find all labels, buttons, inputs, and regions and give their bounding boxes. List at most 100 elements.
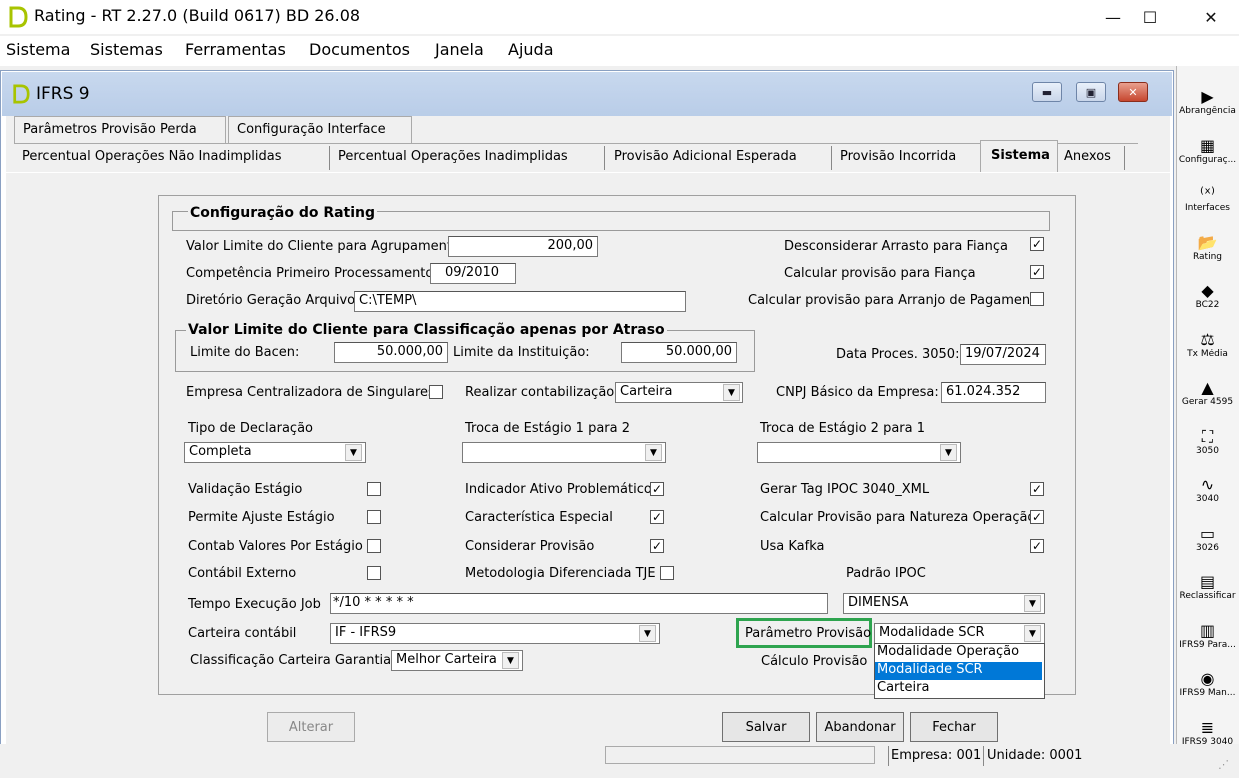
tab-label: Parâmetros Provisão Perda xyxy=(23,122,197,137)
form-icon: ▭ xyxy=(1199,523,1216,543)
troca12-select[interactable] xyxy=(462,442,666,463)
cnpj-input[interactable]: 61.024.352 xyxy=(941,382,1046,403)
function-icon: ⁽ˣ⁾ xyxy=(1200,184,1215,203)
toolbar-item[interactable]: ⁽ˣ⁾ Interfaces xyxy=(1176,184,1239,214)
toolbar-item[interactable]: ◉ IFRS9 Man... xyxy=(1176,670,1239,699)
instituicao-label: Limite da Instituição: xyxy=(453,345,590,360)
empresa-centralizadora-checkbox[interactable] xyxy=(429,385,443,399)
considerar-label: Considerar Provisão xyxy=(465,539,595,554)
validacao-checkbox[interactable] xyxy=(367,482,381,496)
bacen-label: Limite do Bacen: xyxy=(190,345,300,360)
dropdown-option-selected[interactable]: Modalidade SCR xyxy=(875,662,1042,680)
diretorio-input[interactable]: C:\TEMP\ xyxy=(354,291,686,312)
close-icon: ✕ xyxy=(1128,85,1138,99)
tab-label: Configuração Interface xyxy=(237,122,386,137)
tab-label: Sistema xyxy=(991,148,1050,163)
calculo-provisao-label: Cálculo Provisão xyxy=(761,654,868,669)
maximize-button[interactable]: ☐ xyxy=(1127,0,1173,34)
calc-natureza-checkbox[interactable]: ✓ xyxy=(1030,510,1044,524)
tab-configuracao-interface[interactable]: Configuração Interface xyxy=(228,116,412,144)
toolbar-item[interactable]: ▶ Abrangência xyxy=(1176,88,1239,117)
menu-ajuda[interactable]: Ajuda xyxy=(508,40,554,59)
toolbar-item[interactable]: ⚖ Tx Média xyxy=(1176,330,1239,359)
caracteristica-checkbox[interactable]: ✓ xyxy=(650,510,664,524)
menu-sistemas[interactable]: Sistemas xyxy=(90,40,163,59)
toolbar-item[interactable]: ∿ 3040 xyxy=(1176,476,1239,505)
dropdown-option[interactable]: Carteira xyxy=(875,680,1042,698)
bacen-input[interactable]: 50.000,00 xyxy=(334,342,448,363)
chevron-down-icon[interactable]: ▼ xyxy=(645,444,662,461)
metodologia-checkbox[interactable] xyxy=(660,566,674,580)
desconsiderar-checkbox[interactable]: ✓ xyxy=(1030,237,1044,251)
competencia-input[interactable]: 09/2010 xyxy=(430,263,516,284)
tab-label: Percentual Operações Inadimplidas xyxy=(338,149,568,164)
salvar-button[interactable]: Salvar xyxy=(722,712,810,742)
toolbar-item[interactable]: ▲ Gerar 4595 xyxy=(1176,379,1239,408)
menu-documentos[interactable]: Documentos xyxy=(309,40,410,59)
menu-janela[interactable]: Janela xyxy=(435,40,484,59)
kafka-checkbox[interactable]: ✓ xyxy=(1030,539,1044,553)
tab-provisao-incorrida[interactable]: Provisão Incorrida xyxy=(832,144,978,172)
child-restore-button[interactable]: ▣ xyxy=(1076,82,1106,102)
tab-provisao-adicional[interactable]: Provisão Adicional Esperada xyxy=(606,144,832,172)
cube-icon: ◆ xyxy=(1201,281,1214,300)
tempo-job-input[interactable]: */10 * * * * * xyxy=(330,593,828,614)
chevron-down-icon[interactable]: ▼ xyxy=(345,444,362,461)
diretorio-label: Diretório Geração Arquivo: xyxy=(186,293,360,308)
status-empresa: Empresa: 001 xyxy=(891,748,982,763)
toolbar-item[interactable]: ▭ 3026 xyxy=(1176,523,1239,553)
calc-fianca-checkbox[interactable]: ✓ xyxy=(1030,265,1044,279)
child-close-button[interactable]: ✕ xyxy=(1118,82,1148,102)
carteira-contabil-select[interactable]: IF - IFRS9 xyxy=(330,623,660,644)
tipo-declaracao-select[interactable]: Completa xyxy=(184,442,366,463)
chevron-down-icon[interactable]: ▼ xyxy=(639,625,656,642)
chevron-down-icon[interactable]: ▼ xyxy=(502,652,519,669)
menu-sistema[interactable]: Sistema xyxy=(6,40,70,59)
child-minimize-button[interactable]: ▬ xyxy=(1032,82,1062,102)
close-button[interactable]: ✕ xyxy=(1188,0,1234,34)
considerar-checkbox[interactable]: ✓ xyxy=(650,539,664,553)
contabil-externo-checkbox[interactable] xyxy=(367,566,381,580)
chevron-down-icon[interactable]: ▼ xyxy=(723,384,740,401)
tab-sistema[interactable]: Sistema xyxy=(980,140,1058,174)
toolbar-item[interactable]: ▥ IFRS9 Para... xyxy=(1176,621,1239,650)
indicador-checkbox[interactable]: ✓ xyxy=(650,482,664,496)
dropdown-option[interactable]: Modalidade Operação xyxy=(875,644,1042,662)
permite-checkbox[interactable] xyxy=(367,510,381,524)
toolbar-item-label: Reclassificar xyxy=(1179,591,1236,601)
valor-limite-input[interactable]: 200,00 xyxy=(448,236,598,257)
troca12-label: Troca de Estágio 1 para 2 xyxy=(465,421,631,436)
troca23-select[interactable] xyxy=(757,442,961,463)
tab-anexos[interactable]: Anexos xyxy=(1058,144,1126,172)
toolbar-item[interactable]: ▦ Configuraç... xyxy=(1176,136,1239,165)
instituicao-input[interactable]: 50.000,00 xyxy=(621,342,737,363)
chevron-down-icon[interactable]: ▼ xyxy=(940,444,957,461)
padrao-ipoc-select[interactable]: DIMENSA xyxy=(843,593,1045,614)
contabil-externo-label: Contábil Externo xyxy=(188,566,297,581)
chevron-down-icon[interactable]: ▼ xyxy=(1024,595,1041,612)
contab-valores-label: Contab Valores Por Estágio xyxy=(188,539,363,554)
menu-ferramentas[interactable]: Ferramentas xyxy=(185,40,286,59)
tab-percentual-inadimplidas[interactable]: Percentual Operações Inadimplidas xyxy=(330,144,605,172)
alterar-button[interactable]: Alterar xyxy=(267,712,355,742)
contab-valores-checkbox[interactable] xyxy=(367,539,381,553)
toolbar-item[interactable]: ≣ IFRS9 3040 xyxy=(1176,718,1239,747)
toolbar-item[interactable]: ◆ BC22 xyxy=(1176,281,1239,311)
close-icon: ✕ xyxy=(1204,7,1218,27)
chevron-down-icon[interactable]: ▼ xyxy=(1024,625,1041,642)
data-proces-input[interactable]: 19/07/2024 xyxy=(960,344,1046,365)
fechar-button[interactable]: Fechar xyxy=(910,712,998,742)
resize-grip-icon[interactable]: ⋰ xyxy=(1218,758,1232,772)
calc-arranjo-checkbox[interactable] xyxy=(1030,292,1044,306)
abandonar-button[interactable]: Abandonar xyxy=(816,712,904,742)
tab-percentual-nao-inadimplidas[interactable]: Percentual Operações Não Inadimplidas xyxy=(14,144,330,172)
gerar-tag-checkbox[interactable]: ✓ xyxy=(1030,482,1044,496)
parametro-provisao-select[interactable]: Modalidade SCR xyxy=(874,623,1045,644)
toolbar-item[interactable]: 📂 Rating xyxy=(1176,233,1239,262)
tab-parametros-provisao-perda[interactable]: Parâmetros Provisão Perda xyxy=(14,116,226,144)
toolbar-item[interactable]: ⛶ 3050 xyxy=(1176,427,1239,456)
horizontal-scrollbar[interactable] xyxy=(605,746,875,764)
table-icon: ▤ xyxy=(1199,572,1216,591)
status-unidade: Unidade: 0001 xyxy=(987,748,1083,763)
toolbar-item[interactable]: ▤ Reclassificar xyxy=(1176,572,1239,602)
